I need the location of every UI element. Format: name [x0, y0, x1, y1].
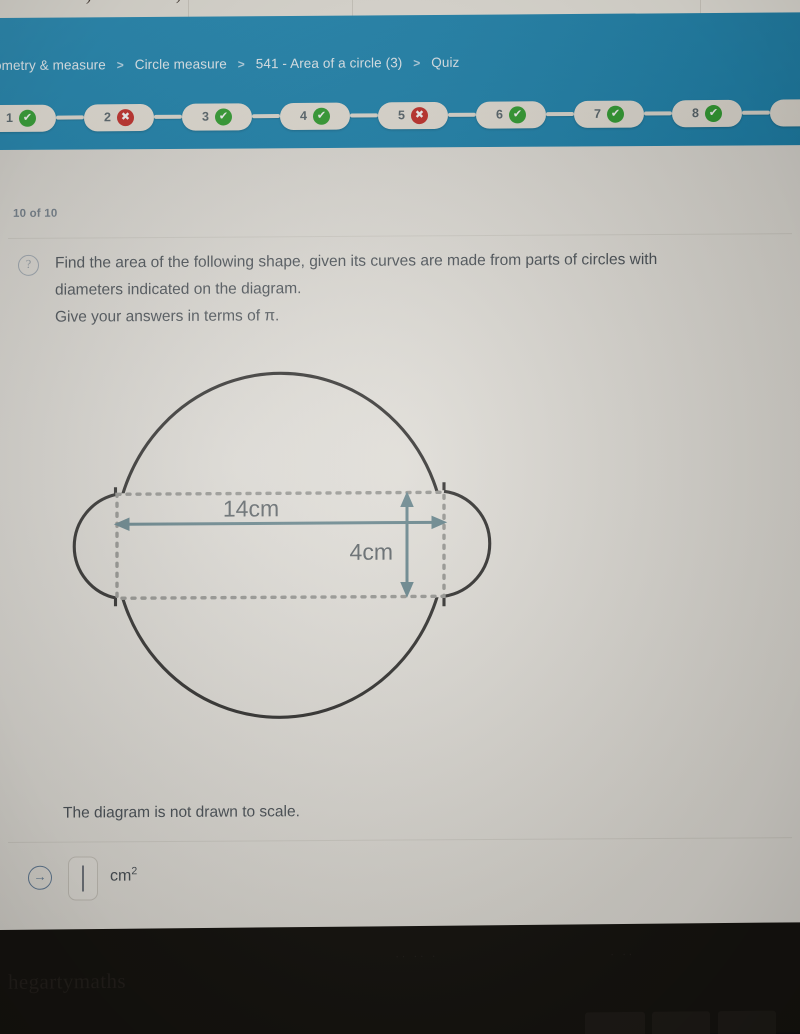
progress-connector [154, 114, 182, 119]
unit-text: cm [110, 867, 132, 885]
progress-item-3[interactable]: 3 ✔ [182, 102, 252, 131]
progress-item-4[interactable]: 4 ✔ [280, 102, 350, 130]
divider [8, 837, 792, 843]
progress-item-6[interactable]: 6 ✔ [476, 100, 546, 129]
progress-connector [448, 112, 476, 117]
question-counter: 10 of 10 [13, 207, 58, 220]
progress-number: 7 [594, 106, 601, 121]
check-icon: ✔ [18, 109, 36, 127]
breadcrumb-separator: > [116, 58, 124, 73]
check-icon: ✔ [508, 105, 526, 123]
unit-exponent: 2 [131, 865, 138, 878]
progress-item-1[interactable]: 1 ✔ [0, 104, 56, 132]
dotted-rectangle [115, 490, 446, 600]
breadcrumb-item-circle-measure[interactable]: Circle measure [135, 56, 227, 72]
tab-glyph: ) [176, 0, 182, 5]
breadcrumb-separator: > [413, 56, 421, 71]
quiz-progress-bar: 1 ✔ 2 ✖ 3 ✔ 4 ✔ 5 ✖ 6 ✔ 7 ✔ 8 ✔ [0, 92, 800, 138]
progress-number: 3 [202, 109, 209, 124]
answer-row: → cm2 [0, 850, 800, 915]
progress-connector [56, 115, 84, 120]
progress-connector [742, 110, 770, 115]
answer-unit-label: cm2 [110, 865, 137, 885]
bezel-text-left: ·· ·· · [395, 947, 438, 964]
right-semicircle-arc [443, 489, 492, 598]
check-icon: ✔ [606, 105, 624, 123]
breadcrumb-item-geometry[interactable]: ometry & measure [0, 57, 106, 73]
left-semicircle-arc [72, 492, 118, 600]
progress-connector [252, 114, 280, 119]
question-text: Find the area of the following shape, gi… [55, 245, 795, 331]
progress-item-5[interactable]: 5 ✖ [378, 101, 448, 129]
divider [8, 233, 792, 239]
progress-number: 6 [496, 107, 503, 122]
scale-note: The diagram is not drawn to scale. [63, 803, 300, 822]
progress-item-7[interactable]: 7 ✔ [574, 100, 644, 128]
breadcrumb-item-topic[interactable]: 541 - Area of a circle (3) [256, 55, 403, 71]
quiz-content-sheet: 10 of 10 ? Find the area of the followin… [0, 145, 800, 940]
progress-connector [350, 113, 378, 118]
dimension-horizontal [113, 515, 448, 531]
breadcrumb: ometry & measure > Circle measure > 541 … [0, 52, 794, 73]
progress-number: 1 [6, 110, 13, 125]
bezel-text-right: · ·· [610, 945, 635, 962]
dimension-label-height: 4cm [350, 539, 393, 565]
progress-item-2[interactable]: 2 ✖ [84, 103, 154, 131]
progress-connector [644, 111, 672, 116]
help-icon[interactable]: ? [18, 254, 39, 276]
tab-glyph: ) [86, 0, 92, 5]
progress-item-8[interactable]: 8 ✔ [672, 99, 742, 127]
shape-outline [72, 371, 492, 719]
bezel-key [652, 1011, 710, 1034]
progress-number: 2 [104, 110, 111, 125]
geometry-diagram: 14cm 4cm [55, 332, 525, 805]
check-icon: ✔ [214, 107, 232, 125]
progress-number: 5 [398, 108, 405, 123]
check-icon: ✔ [704, 104, 722, 122]
progress-item-9[interactable] [770, 98, 800, 127]
device-bezel: hegartymaths ·· ·· · · ·· [0, 922, 800, 1034]
site-watermark: hegartymaths [8, 968, 126, 994]
cross-icon: ✖ [410, 106, 428, 124]
progress-number: 4 [300, 108, 307, 123]
breadcrumb-item-quiz[interactable]: Quiz [431, 55, 459, 70]
cross-icon: ✖ [116, 108, 134, 126]
check-icon: ✔ [312, 107, 330, 125]
screen-photo: ) ) ometry & measure > Circle measure > … [0, 0, 800, 1034]
breadcrumb-separator: > [237, 57, 245, 72]
text-caret [82, 865, 84, 892]
dimension-label-width: 14cm [223, 495, 279, 521]
diagram-svg: 14cm 4cm [72, 371, 492, 719]
progress-connector [546, 111, 574, 117]
progress-number: 8 [692, 106, 699, 121]
answer-input[interactable] [68, 856, 98, 901]
submit-arrow-icon[interactable]: → [28, 865, 52, 890]
question-line-3: Give your answers in terms of π. [55, 307, 280, 326]
app-header: ometry & measure > Circle measure > 541 … [0, 12, 800, 152]
bezel-key [585, 1011, 645, 1034]
dimension-vertical [400, 491, 414, 598]
bezel-key [718, 1010, 776, 1034]
